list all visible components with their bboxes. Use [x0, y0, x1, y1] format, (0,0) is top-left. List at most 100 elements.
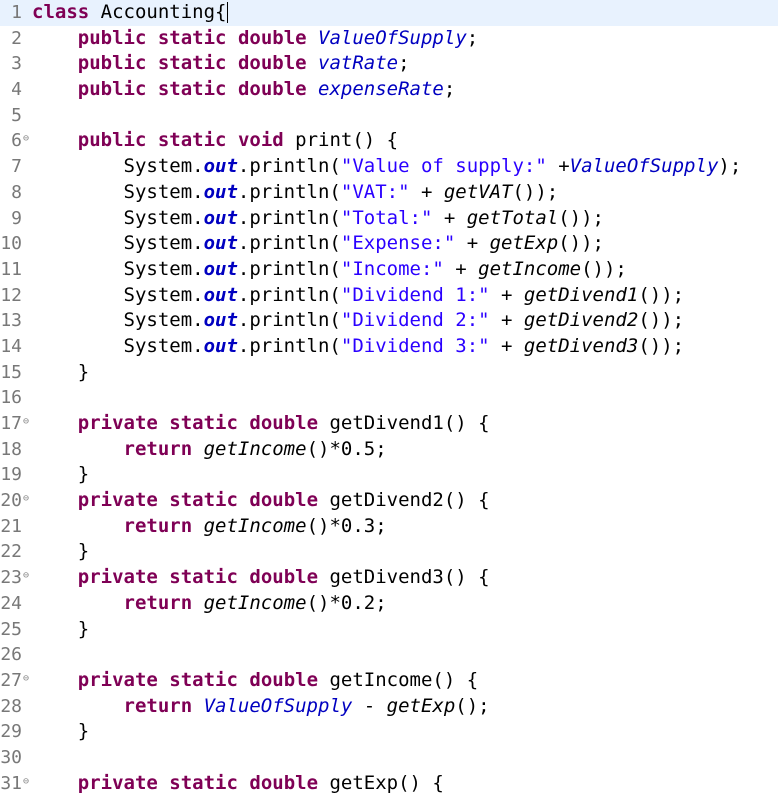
code-token: System.	[32, 283, 204, 306]
code-token: }	[32, 463, 90, 486]
code-token: System.	[32, 257, 204, 280]
code-line[interactable]: 21 return getIncome()*0.3;	[0, 514, 778, 540]
code-token: getIncome() {	[318, 668, 479, 691]
code-token: static	[157, 52, 227, 75]
code-line[interactable]: 23 ⊖ private static double getDivend3() {	[0, 565, 778, 591]
code-line[interactable]: 1 class Accounting{	[0, 0, 778, 26]
code-line[interactable]: 5	[0, 103, 778, 129]
line-number: 5	[11, 104, 22, 126]
code-token: public	[77, 52, 147, 75]
line-number: 14	[0, 335, 22, 357]
code-line[interactable]: 2 public static double ValueOfSupply;	[0, 26, 778, 52]
code-line[interactable]: 11 System.out.println("Income:" + getInc…	[0, 257, 778, 283]
code-token: ());	[638, 334, 685, 357]
code-token: private	[77, 771, 158, 794]
code-line[interactable]: 6 ⊖ public static void print() {	[0, 128, 778, 154]
code-text: private static double getExp() {	[32, 771, 444, 797]
code-token: getIncome	[203, 591, 307, 614]
code-token: out	[203, 180, 238, 203]
code-token: "Dividend 3:"	[340, 334, 490, 357]
code-line[interactable]: 27 ⊖ private static double getIncome() {	[0, 668, 778, 694]
code-token: "Total:"	[340, 206, 433, 229]
code-line[interactable]: 29 }	[0, 719, 778, 745]
code-text: return getIncome()*0.3;	[32, 514, 387, 540]
code-line[interactable]: 30	[0, 745, 778, 771]
line-number: 24	[0, 592, 22, 614]
code-line[interactable]: 28 return ValueOfSupply - getExp();	[0, 694, 778, 720]
fold-collapse-icon[interactable]: ⊖	[23, 411, 32, 433]
code-line[interactable]: 9 System.out.println("Total:" + getTotal…	[0, 206, 778, 232]
fold-collapse-icon[interactable]: ⊖	[23, 771, 32, 793]
code-text: class Accounting{	[32, 0, 229, 26]
code-token: getDivend2	[523, 309, 639, 332]
code-token: class	[32, 1, 90, 23]
code-line[interactable]: 4 public static double expenseRate;	[0, 77, 778, 103]
code-line[interactable]: 13 System.out.println("Dividend 2:" + ge…	[0, 308, 778, 334]
code-token: }	[32, 540, 90, 563]
code-token: "Dividend 1:"	[340, 283, 490, 306]
code-token: +	[489, 283, 524, 306]
fold-collapse-icon[interactable]: ⊖	[23, 488, 32, 510]
code-line[interactable]: 15 }	[0, 360, 778, 386]
code-token: .println(	[237, 232, 341, 255]
code-token: double	[249, 489, 319, 512]
code-text: private static double getDivend1() {	[32, 411, 490, 437]
line-number: 9	[11, 207, 22, 229]
text-caret	[227, 2, 229, 23]
code-line[interactable]: 20 ⊖ private static double getDivend2() {	[0, 488, 778, 514]
code-line[interactable]: 24 return getIncome()*0.2;	[0, 591, 778, 617]
line-number: 30	[0, 746, 22, 768]
code-line[interactable]: 12 System.out.println("Dividend 1:" + ge…	[0, 283, 778, 309]
code-token: +	[409, 180, 444, 203]
code-text: }	[32, 360, 89, 386]
code-token: ());	[638, 309, 685, 332]
code-line[interactable]: 8 System.out.println("VAT:" + getVAT());	[0, 180, 778, 206]
code-text: public static double expenseRate;	[32, 77, 456, 103]
code-line[interactable]: 31 ⊖ private static double getExp() {	[0, 771, 778, 797]
code-token: "Expense:"	[340, 232, 456, 255]
code-token: ()*0.3;	[306, 514, 387, 537]
code-text: private static double getDivend3() {	[32, 565, 490, 591]
code-line[interactable]: 17 ⊖ private static double getDivend1() {	[0, 411, 778, 437]
code-token: +	[432, 206, 467, 229]
code-line[interactable]: 7 System.out.println("Value of supply:" …	[0, 154, 778, 180]
code-token: "Dividend 2:"	[340, 309, 490, 332]
code-token: );	[718, 155, 742, 178]
code-line[interactable]: 26	[0, 642, 778, 668]
code-token: ;	[443, 78, 456, 101]
code-token: ());	[558, 232, 604, 255]
line-number: 25	[0, 618, 22, 640]
code-line[interactable]: 16	[0, 385, 778, 411]
code-text: return getIncome()*0.5;	[32, 437, 387, 463]
line-number: 18	[0, 438, 22, 460]
code-line[interactable]: 3 public static double vatRate;	[0, 51, 778, 77]
fold-collapse-icon[interactable]: ⊖	[23, 565, 32, 587]
code-editor[interactable]: 1 class Accounting{2 public static double…	[0, 0, 778, 798]
code-text: System.out.println("Dividend 1:" + getDi…	[32, 283, 685, 309]
code-text: }	[32, 462, 89, 488]
code-line[interactable]: 14 System.out.println("Dividend 3:" + ge…	[0, 334, 778, 360]
code-token: +	[443, 257, 479, 280]
fold-collapse-icon[interactable]: ⊖	[23, 128, 32, 150]
code-token: double	[249, 566, 319, 589]
code-token: ();	[455, 694, 490, 717]
code-line[interactable]: 18 return getIncome()*0.5;	[0, 437, 778, 463]
code-line[interactable]: 10 System.out.println("Expense:" + getEx…	[0, 231, 778, 257]
code-line[interactable]: 25 }	[0, 617, 778, 643]
code-line[interactable]: 22 }	[0, 539, 778, 565]
code-token: +	[489, 334, 524, 357]
code-line[interactable]: 19 }	[0, 462, 778, 488]
fold-collapse-icon[interactable]: ⊖	[23, 668, 32, 690]
